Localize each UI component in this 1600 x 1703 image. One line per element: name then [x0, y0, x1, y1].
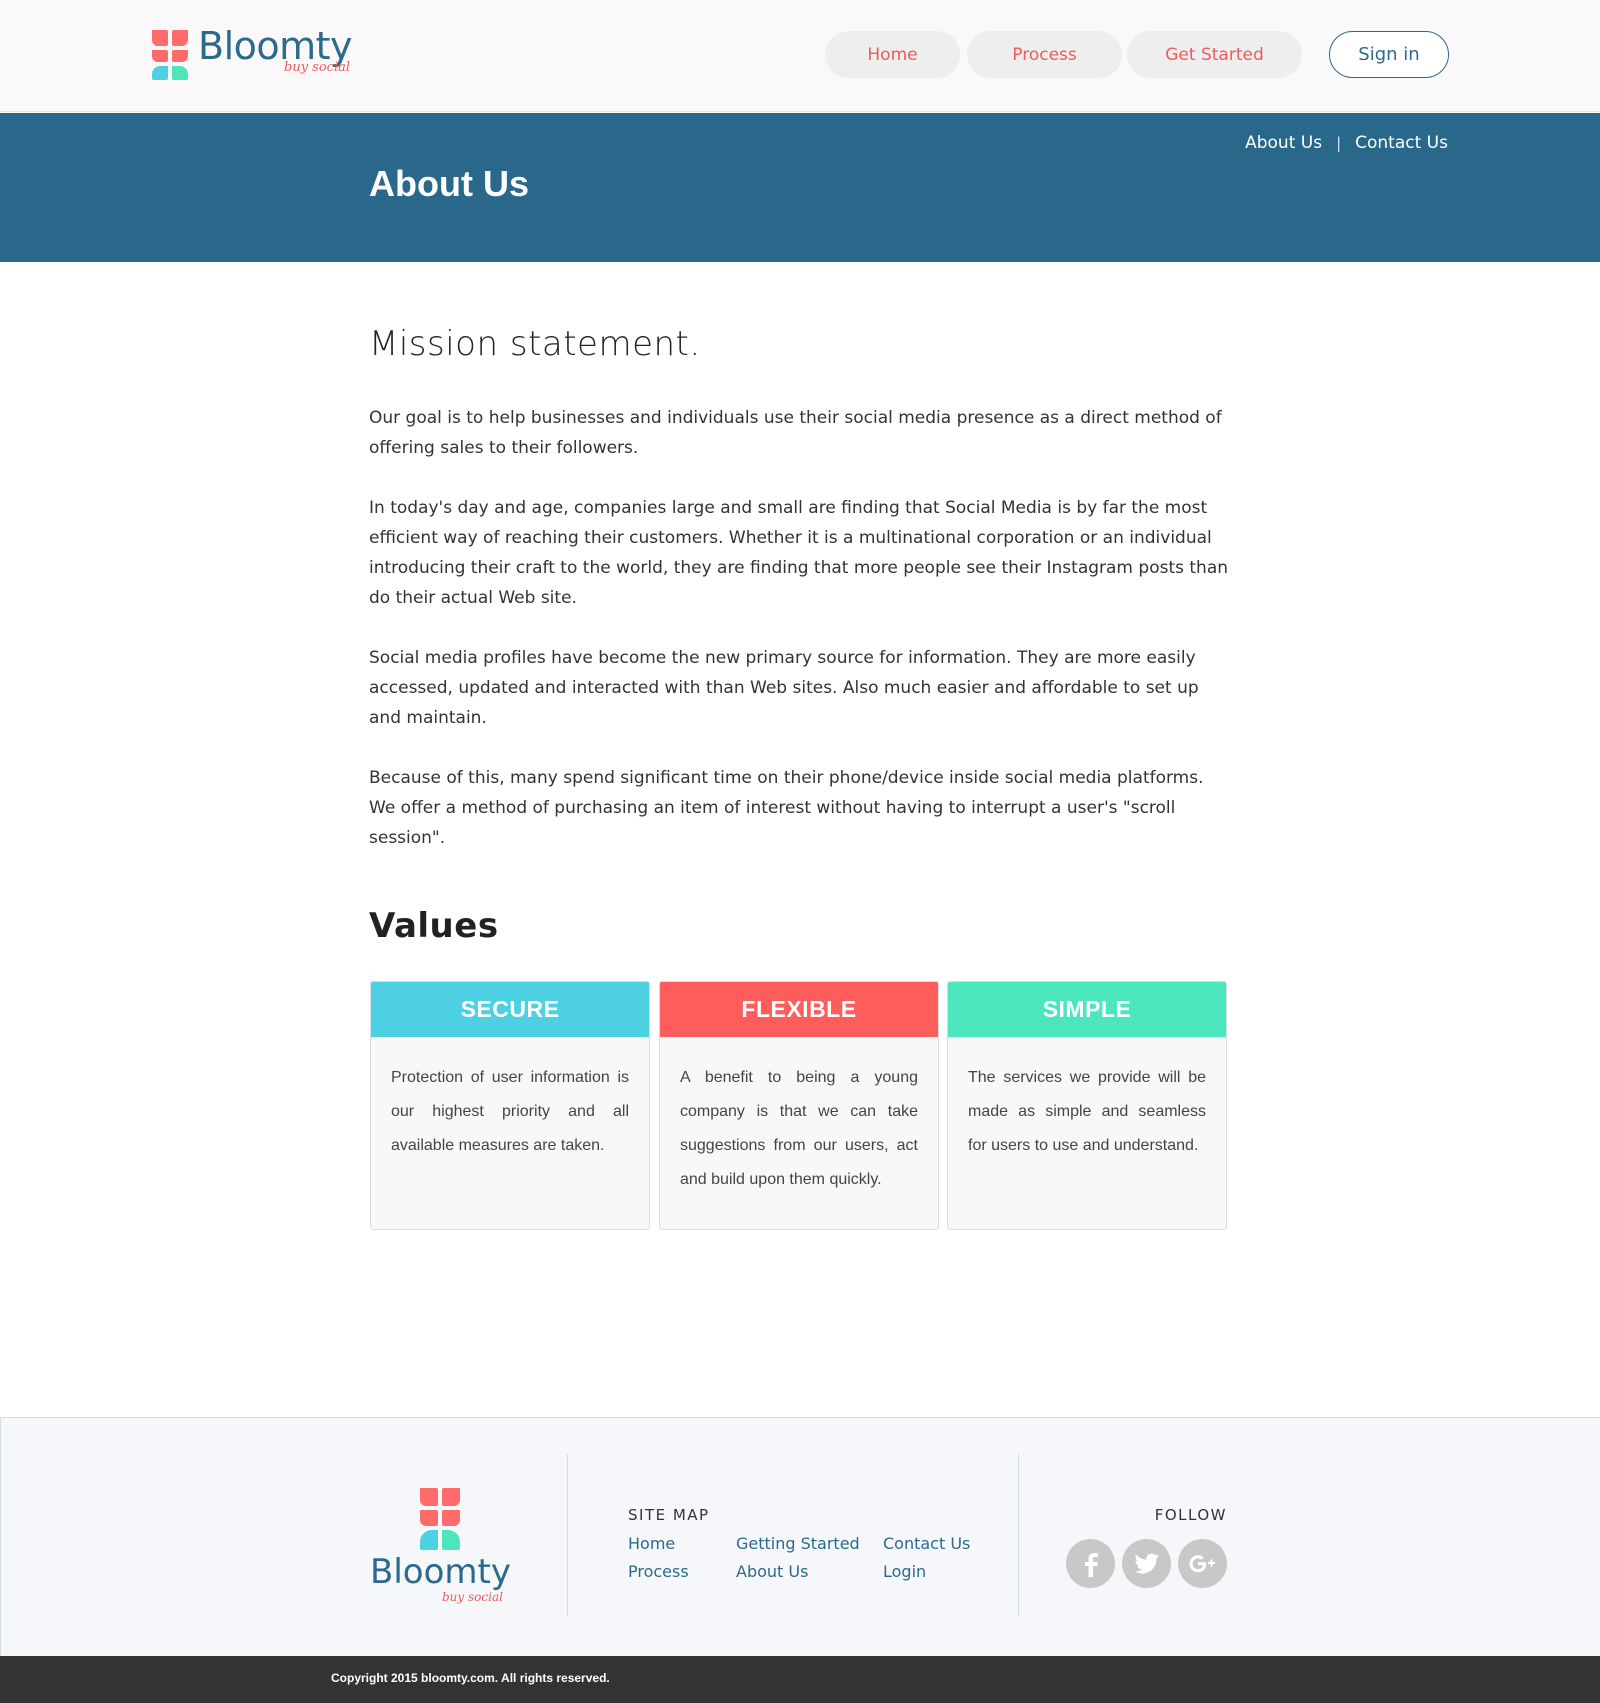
sign-in-button[interactable]: Sign in [1329, 31, 1449, 78]
footer-logo-wordmark: Bloomty [370, 1552, 511, 1592]
mission-heading: Mission statement. [369, 324, 701, 364]
footer-link-about-us[interactable]: About Us [736, 1562, 808, 1581]
value-card-text: Protection of user information is our hi… [391, 1069, 629, 1154]
value-card-flexible: FLEXIBLE A benefit to being a young comp… [659, 981, 939, 1230]
mission-paragraph: Because of this, many spend significant … [369, 768, 1204, 848]
bloomty-logo-icon [420, 1488, 460, 1550]
nav-process[interactable]: Process [967, 31, 1122, 78]
value-card-title: FLEXIBLE [660, 982, 938, 1037]
value-card-text: A benefit to being a young company is th… [680, 1069, 918, 1188]
mission-paragraph: Our goal is to help businesses and indiv… [369, 408, 1222, 458]
twitter-glyph [1134, 1553, 1159, 1573]
footer-divider [1018, 1454, 1019, 1616]
value-card-secure: SECURE Protection of user information is… [370, 981, 650, 1230]
follow-title: FOLLOW [1154, 1506, 1227, 1524]
banner-link-about-us[interactable]: About Us [1245, 133, 1322, 153]
footer-logo[interactable]: Bloomty buy social [370, 1486, 511, 1610]
site-footer: Bloomty buy social SITE MAP Home Process… [0, 1417, 1600, 1656]
logo-tagline: buy social [284, 60, 351, 75]
footer-link-contact-us[interactable]: Contact Us [883, 1534, 970, 1553]
twitter-icon[interactable] [1122, 1539, 1171, 1588]
mission-paragraph: Social media profiles have become the ne… [369, 648, 1199, 728]
page-title: About Us [369, 163, 529, 204]
banner-link-contact-us[interactable]: Contact Us [1355, 133, 1448, 153]
facebook-icon[interactable] [1066, 1539, 1115, 1588]
facebook-glyph [1084, 1552, 1098, 1577]
bloomty-logo-icon [152, 30, 188, 80]
banner-links: About Us | Contact Us [1245, 133, 1448, 153]
nav-home[interactable]: Home [825, 31, 960, 78]
banner-link-separator: | [1336, 134, 1342, 152]
nav-get-started[interactable]: Get Started [1127, 31, 1302, 78]
google-plus-icon[interactable] [1178, 1539, 1227, 1588]
value-card-text: The services we provide will be made as … [968, 1069, 1206, 1154]
value-card-title: SIMPLE [948, 982, 1226, 1037]
value-card-simple: SIMPLE The services we provide will be m… [947, 981, 1227, 1230]
footer-divider [567, 1454, 568, 1616]
google-plus-glyph [1189, 1554, 1215, 1572]
footer-link-home[interactable]: Home [628, 1534, 675, 1553]
footer-link-getting-started[interactable]: Getting Started [736, 1534, 860, 1553]
mission-paragraph: In today's day and age, companies large … [369, 498, 1229, 608]
site-header: Bloomty buy social Home Process Get Star… [0, 0, 1600, 112]
value-card-title: SECURE [371, 982, 649, 1037]
copyright-bar: Copyright 2015 bloomty.com. All rights r… [0, 1656, 1600, 1703]
footer-logo-tagline: buy social [442, 1590, 503, 1604]
footer-link-process[interactable]: Process [628, 1562, 689, 1581]
brand-logo[interactable]: Bloomty buy social [150, 24, 370, 84]
page-banner: About Us About Us | Contact Us [0, 113, 1600, 262]
values-heading: Values [369, 906, 499, 946]
footer-link-login[interactable]: Login [883, 1562, 926, 1581]
sitemap-title: SITE MAP [628, 1506, 710, 1524]
copyright-text: Copyright 2015 bloomty.com. All rights r… [331, 1671, 610, 1685]
